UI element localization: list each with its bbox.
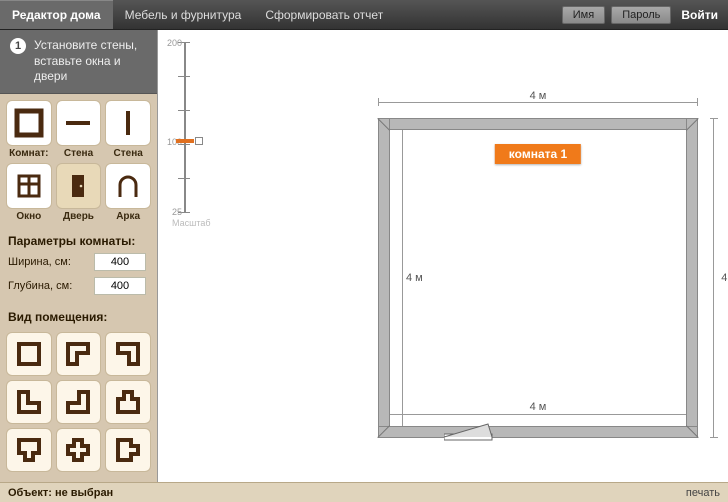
ruler-max: 200 [167, 38, 182, 48]
password-button[interactable]: Пароль [611, 6, 671, 24]
login-link[interactable]: Войти [677, 8, 718, 22]
shape-t-up[interactable] [105, 380, 151, 424]
shape-l-tr[interactable] [56, 332, 102, 376]
status-bar: Объект: не выбран печать [0, 482, 728, 502]
ruler-caption: Масштаб [172, 218, 211, 228]
shape-l-br[interactable] [6, 380, 52, 424]
tool-palette: Комнат: Стена Стена Окно [0, 94, 157, 228]
status-text: Объект: не выбран [8, 487, 113, 499]
wall-top[interactable] [378, 118, 698, 130]
param-width-input[interactable] [94, 253, 146, 271]
sidebar: 1 Установите стены, вставьте окна и двер… [0, 30, 158, 482]
main-tabs: Редактор дома Мебель и фурнитура Сформир… [0, 0, 395, 29]
shape-t-right[interactable] [105, 428, 151, 472]
param-depth-label: Глубина, см: [8, 280, 88, 292]
top-bar: Редактор дома Мебель и фурнитура Сформир… [0, 0, 728, 30]
tool-wall-v[interactable] [105, 100, 151, 146]
dim-bottom: 4 м [530, 401, 547, 413]
wall-h-icon [62, 107, 94, 139]
tool-room[interactable] [6, 100, 52, 146]
param-width-label: Ширина, см: [8, 256, 88, 268]
step-number: 1 [10, 38, 26, 54]
shape-square[interactable] [6, 332, 52, 376]
tab-furniture[interactable]: Мебель и фурнитура [113, 0, 254, 29]
arch-icon [112, 170, 144, 202]
room-icon [13, 107, 45, 139]
wall-right[interactable] [686, 118, 698, 438]
canvas[interactable]: 200 100 25 Масштаб комната 1 [158, 30, 728, 482]
auth-area: Имя Пароль Войти [562, 6, 728, 24]
name-button[interactable]: Имя [562, 6, 605, 24]
step-header: 1 Установите стены, вставьте окна и двер… [0, 30, 157, 94]
tool-wall-h[interactable] [56, 100, 102, 146]
tool-window[interactable] [6, 163, 52, 209]
tab-home-editor[interactable]: Редактор дома [0, 0, 113, 29]
scale-ruler[interactable]: 200 100 25 Масштаб [170, 42, 200, 212]
dim-left: 4 м [406, 272, 423, 284]
tool-window-label: Окно [6, 209, 52, 222]
room-label[interactable]: комната 1 [495, 144, 581, 164]
tool-wall-h-label: Стена [56, 146, 102, 159]
ruler-marker[interactable] [176, 139, 194, 143]
window-icon [13, 170, 45, 202]
tool-arch[interactable] [105, 163, 151, 209]
shape-l-tl[interactable] [105, 332, 151, 376]
shape-l-bl[interactable] [56, 380, 102, 424]
door[interactable] [444, 418, 500, 442]
tool-door[interactable] [56, 163, 102, 209]
wall-bottom[interactable] [378, 426, 698, 438]
shape-plus[interactable] [56, 428, 102, 472]
dim-top: 4 м [530, 90, 547, 102]
shapes-title: Вид помещения: [0, 304, 157, 326]
step-text: Установите стены, вставьте окна и двери [34, 38, 147, 85]
shape-t-down[interactable] [6, 428, 52, 472]
door-icon [62, 170, 94, 202]
shape-grid [0, 326, 157, 478]
wall-v-icon [112, 107, 144, 139]
tab-report[interactable]: Сформировать отчет [253, 0, 395, 29]
param-depth-input[interactable] [94, 277, 146, 295]
room[interactable]: комната 1 4 м 4 м 4 м 4 м [378, 118, 698, 438]
ruler-min: 25 [172, 207, 182, 217]
wall-left[interactable] [378, 118, 390, 438]
tool-door-label: Дверь [56, 209, 102, 222]
tool-room-label: Комнат: [6, 146, 52, 159]
tool-arch-label: Арка [105, 209, 151, 222]
tool-wall-v-label: Стена [105, 146, 151, 159]
print-link[interactable]: печать [686, 487, 720, 499]
ruler-handle[interactable] [195, 137, 203, 145]
params-title: Параметры комнаты: [0, 228, 157, 250]
dim-right: 4 м [721, 272, 728, 284]
